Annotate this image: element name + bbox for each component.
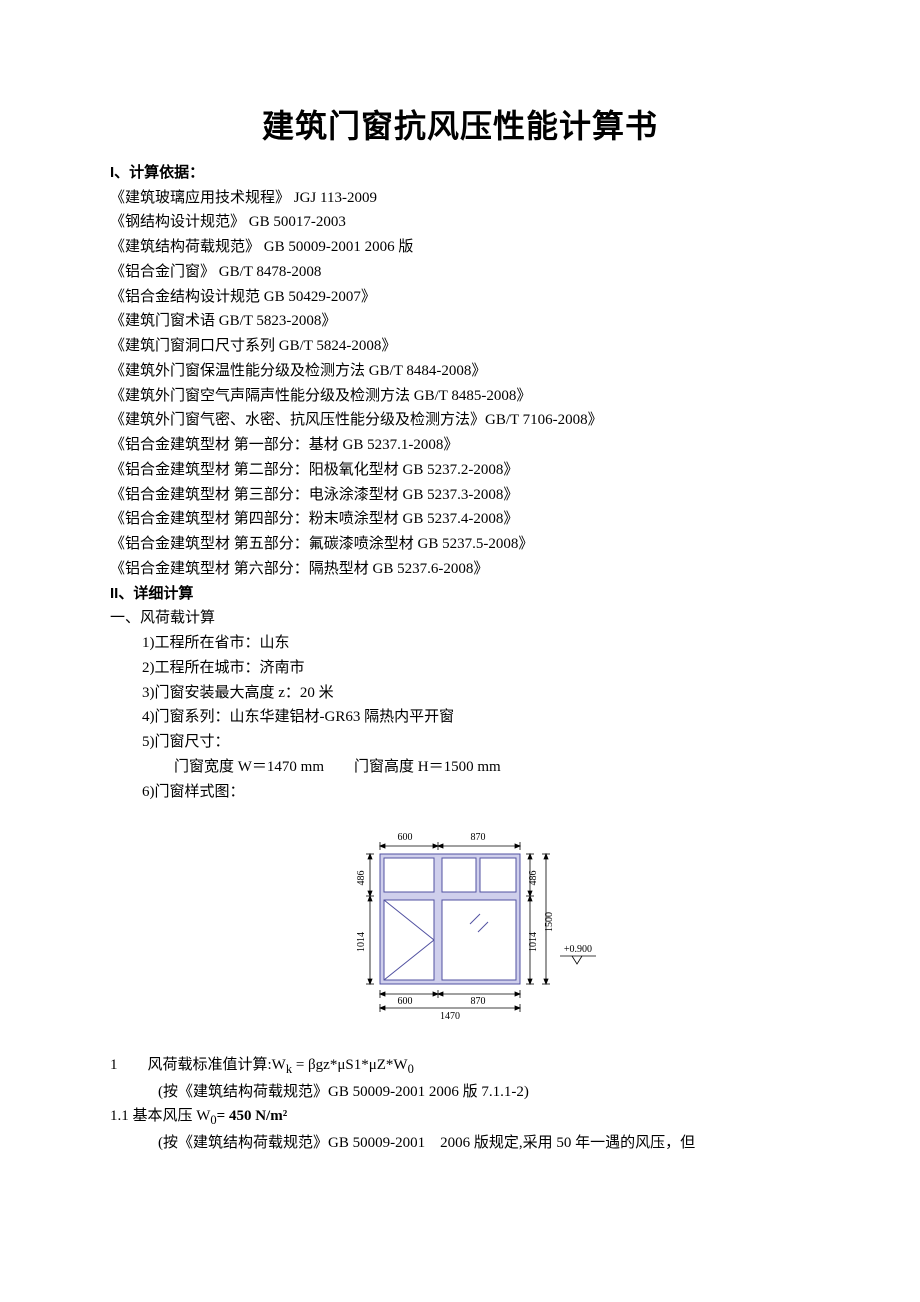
reference-item: 《建筑外门窗气密、水密、抗风压性能分级及检测方法》GB/T 7106-2008》 xyxy=(110,408,810,433)
dim-right-top: 486 xyxy=(528,871,539,886)
dim-top-right: 870 xyxy=(471,832,486,843)
reference-item: 《铝合金建筑型材 第五部分：氟碳漆喷涂型材 GB 5237.5-2008》 xyxy=(110,532,810,557)
reference-item: 《建筑玻璃应用技术规程》 JGJ 113-2009 xyxy=(110,186,810,211)
reference-item: 《建筑门窗洞口尺寸系列 GB/T 5824-2008》 xyxy=(110,334,810,359)
reference-item: 《铝合金建筑型材 第四部分：粉末喷涂型材 GB 5237.4-2008》 xyxy=(110,507,810,532)
section-1-heading: I、计算依据： xyxy=(110,161,810,186)
param-item: 2)工程所在城市：济南市 xyxy=(142,656,810,681)
reference-item: 《铝合金结构设计规范 GB 50429-2007》 xyxy=(110,285,810,310)
reference-item: 《铝合金建筑型材 第六部分：隔热型材 GB 5237.6-2008》 xyxy=(110,557,810,582)
reference-item: 《铝合金建筑型材 第三部分：电泳涂漆型材 GB 5237.3-2008》 xyxy=(110,483,810,508)
calc-line-1-note: (按《建筑结构荷载规范》GB 50009-2001 2006 版 7.1.1-2… xyxy=(158,1080,810,1105)
param-item: 5)门窗尺寸： xyxy=(142,730,810,755)
dim-right-total: 1500 xyxy=(544,912,555,932)
dim-left-bottom: 1014 xyxy=(356,932,367,952)
dim-bottom-total: 1470 xyxy=(440,1011,460,1022)
param-item: 4)门窗系列：山东华建铝材-GR63 隔热内平开窗 xyxy=(142,705,810,730)
reference-item: 《钢结构设计规范》 GB 50017-2003 xyxy=(110,210,810,235)
window-diagram: 600 870 486 1014 xyxy=(110,824,810,1033)
param-detail: 门窗宽度 W＝1470 mm 门窗高度 H＝1500 mm xyxy=(174,755,810,780)
calc-line-2: 1.1 基本风压 W0= 450 N/m² xyxy=(110,1104,810,1131)
dim-bottom-right: 870 xyxy=(471,996,486,1007)
document-title: 建筑门窗抗风压性能计算书 xyxy=(110,100,810,153)
reference-item: 《铝合金门窗》 GB/T 8478-2008 xyxy=(110,260,810,285)
dim-bottom-left: 600 xyxy=(398,996,413,1007)
param-item: 1)工程所在省市：山东 xyxy=(142,631,810,656)
reference-item: 《建筑外门窗保温性能分级及检测方法 GB/T 8484-2008》 xyxy=(110,359,810,384)
dim-left-top: 486 xyxy=(356,871,367,886)
reference-item: 《铝合金建筑型材 第一部分：基材 GB 5237.1-2008》 xyxy=(110,433,810,458)
calc-line-1: 1 风荷载标准值计算:Wk = βgz*μS1*μZ*W0 xyxy=(110,1053,810,1080)
reference-item: 《建筑门窗术语 GB/T 5823-2008》 xyxy=(110,309,810,334)
param-item: 6)门窗样式图： xyxy=(142,780,810,805)
param-item: 3)门窗安装最大高度 z：20 米 xyxy=(142,681,810,706)
dim-top-left: 600 xyxy=(398,832,413,843)
calc-line-2-note: (按《建筑结构荷载规范》GB 50009-2001 2006 版规定,采用 50… xyxy=(158,1131,810,1156)
reference-item: 《铝合金建筑型材 第二部分：阳极氧化型材 GB 5237.2-2008》 xyxy=(110,458,810,483)
subsection-heading: 一、风荷载计算 xyxy=(110,606,810,631)
level-mark: +0.900 xyxy=(564,944,592,955)
section-2-heading: II、详细计算 xyxy=(110,582,810,607)
dim-right-bottom: 1014 xyxy=(528,932,539,952)
reference-item: 《建筑外门窗空气声隔声性能分级及检测方法 GB/T 8485-2008》 xyxy=(110,384,810,409)
reference-item: 《建筑结构荷载规范》 GB 50009-2001 2006 版 xyxy=(110,235,810,260)
